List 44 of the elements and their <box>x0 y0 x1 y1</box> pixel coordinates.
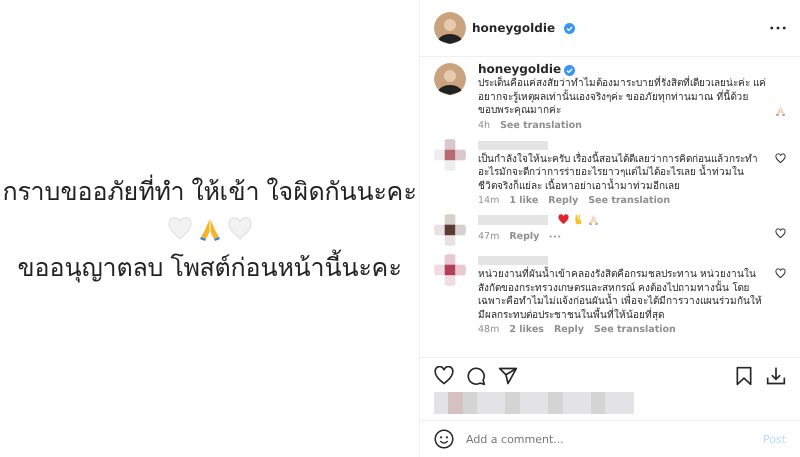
like-icon[interactable] <box>775 228 786 239</box>
avatar[interactable] <box>434 12 466 44</box>
like-icon[interactable] <box>434 366 454 386</box>
timestamp: 48m <box>478 324 500 335</box>
comment-text: เป็นกำลังใจให้นะครับ เรื่องนี้สอนได้ดีเลยว่าการคิดก่อนแล้วกระทำอะไรมักจะดีกว่าการร่ายอะไรยาวๆแต่ไม่ได้อะไรเลย น้ำท่วมในชีวิตจริงก็แย่ละ เนื้อหาอย่าเอาน้ำมาท่วมอีกเลย <box>478 152 760 193</box>
like-icon[interactable] <box>775 268 786 279</box>
praying-hands-icon <box>588 214 599 225</box>
bookmark-icon[interactable] <box>734 366 754 386</box>
see-translation-link[interactable]: See translation <box>500 120 582 130</box>
comment-action-link[interactable]: 1 like <box>509 195 538 206</box>
comment-text: หน่วยงานที่ผันน้ำเข้าคลองรังสิตคือกรมชลประทาน หน่วยงานในสังกัดของกระทรวงเกษตรและสหกรณ์ คงต้องไปถามทางนั้น โดยเฉพาะคือทำไมไม่แจ้งก่อนผันน้ำ เพื่อจะได้มีการวางแผนร่วมกันให้มีผลกระทบต่อประชาชนในพื้นที่ให้น้อยที่สุด <box>478 268 763 322</box>
comment-action-link[interactable]: See translation <box>594 324 676 335</box>
photo-caption-line: ขออนุญาตลบ โพสต์ก่อนหน้านี้นะคะ <box>18 246 402 286</box>
download-icon[interactable] <box>766 366 786 386</box>
blurred-username <box>478 140 548 150</box>
heart-icon <box>168 216 192 240</box>
heart-icon <box>558 214 569 225</box>
username[interactable]: honeygoldie <box>472 21 556 35</box>
timestamp: 47m <box>478 230 500 242</box>
caption-text: ประเด็นคือแค่สงสัยว่าทำไมต้องมาระบายที่รังสิตที่เดียวเลยน่ะค่ะ แค่อยากจะรู้เหตุผลเท่านั้นเองจริงๆค่ะ ขออภัยทุกท่านมาณ ที่นี้ด้วย ขอบพระคุณมากค่ะ <box>478 77 771 118</box>
comment-action-link[interactable]: Reply <box>548 195 578 206</box>
comment-action-link[interactable]: 2 likes <box>509 324 544 335</box>
blurred-username <box>478 256 548 265</box>
blurred-avatar[interactable] <box>434 214 466 246</box>
comment-input[interactable]: Add a comment... <box>464 432 753 446</box>
blurred-avatar[interactable] <box>434 254 466 286</box>
photo-caption-line: กราบขออภัยที่ทำ ให้เข้า ใจผิดกันนะคะ <box>2 170 416 210</box>
more-options-icon[interactable] <box>770 26 786 30</box>
praying-hands-icon <box>198 216 222 240</box>
comment-action-link[interactable]: Reply <box>554 324 584 335</box>
avatar[interactable] <box>434 63 466 95</box>
username[interactable]: honeygoldie <box>478 63 562 77</box>
blurred-username <box>478 215 548 225</box>
share-icon[interactable] <box>498 366 518 386</box>
timestamp: 4h <box>478 120 490 130</box>
praying-hands-icon <box>775 104 786 116</box>
heart-icon <box>228 216 252 240</box>
victory-hand-icon <box>573 214 584 225</box>
comment-action-link[interactable]: See translation <box>588 195 670 206</box>
like-icon[interactable] <box>775 152 786 164</box>
comment-action-link[interactable]: Reply <box>509 230 540 242</box>
comment-icon[interactable] <box>466 366 486 386</box>
timestamp: 14m <box>478 195 500 206</box>
emoji-icon[interactable] <box>434 429 454 449</box>
